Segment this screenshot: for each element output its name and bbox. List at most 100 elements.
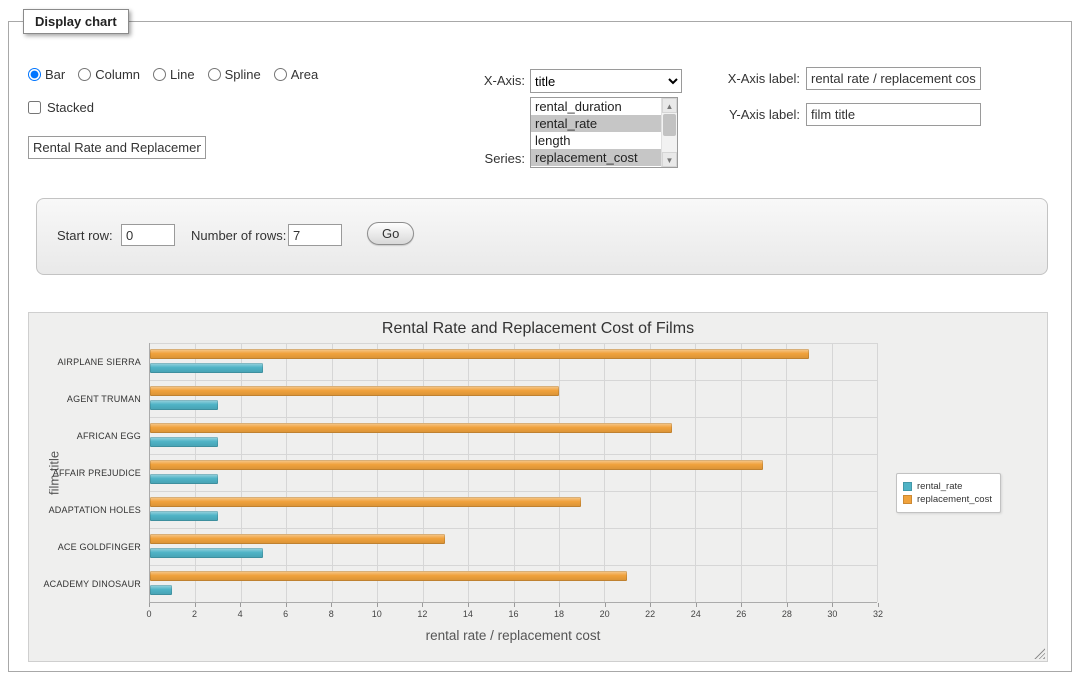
x-tick-marks bbox=[149, 603, 878, 608]
radio-spline[interactable] bbox=[208, 68, 221, 81]
bar-replacement_cost bbox=[150, 423, 672, 433]
gridline bbox=[377, 343, 378, 602]
tick-mark bbox=[696, 603, 697, 607]
tick-mark bbox=[240, 603, 241, 607]
radio-area[interactable] bbox=[274, 68, 287, 81]
radio-column[interactable] bbox=[78, 68, 91, 81]
gridline bbox=[150, 417, 877, 418]
series-scrollbar[interactable]: ▲ ▼ bbox=[661, 98, 677, 167]
bar-replacement_cost bbox=[150, 460, 763, 470]
x-axis-label-field-label: X-Axis label: bbox=[690, 71, 800, 86]
bar-replacement_cost bbox=[150, 571, 627, 581]
gridline bbox=[195, 343, 196, 602]
chart-type-option-bar[interactable]: Bar bbox=[28, 67, 65, 82]
chart-title-input[interactable] bbox=[28, 136, 206, 159]
category-label: AGENT TRUMAN bbox=[67, 394, 141, 404]
legend-label: replacement_cost bbox=[917, 494, 992, 505]
bar-replacement_cost bbox=[150, 534, 445, 544]
series-option-length[interactable]: length bbox=[531, 132, 661, 149]
radio-bar[interactable] bbox=[28, 68, 41, 81]
tick-mark bbox=[149, 603, 150, 607]
x-axis-label-input[interactable] bbox=[806, 67, 981, 90]
scroll-up-icon[interactable]: ▲ bbox=[662, 98, 677, 113]
gridline bbox=[150, 380, 877, 381]
bar-rental_rate bbox=[150, 400, 218, 410]
legend-item-rental_rate[interactable]: rental_rate bbox=[903, 481, 992, 492]
gridline bbox=[514, 343, 515, 602]
y-axis-label-input[interactable] bbox=[806, 103, 981, 126]
category-label: ACADEMY DINOSAUR bbox=[43, 579, 141, 589]
bar-rental_rate bbox=[150, 511, 218, 521]
go-button[interactable]: Go bbox=[367, 222, 414, 245]
tick-mark bbox=[605, 603, 606, 607]
bar-rental_rate bbox=[150, 585, 172, 595]
start-row-label: Start row: bbox=[57, 228, 113, 243]
bar-replacement_cost bbox=[150, 386, 559, 396]
display-chart-fieldset: Display chart BarColumnLineSplineArea St… bbox=[8, 9, 1072, 672]
series-options: rental_durationrental_ratelengthreplacem… bbox=[531, 98, 661, 167]
gridline bbox=[150, 491, 877, 492]
tick-mark bbox=[832, 603, 833, 607]
gridline bbox=[786, 343, 787, 602]
tick-mark bbox=[468, 603, 469, 607]
stacked-row: Stacked bbox=[28, 100, 94, 115]
bar-replacement_cost bbox=[150, 497, 581, 507]
series-option-replacement_cost[interactable]: replacement_cost bbox=[531, 149, 661, 166]
tick-mark bbox=[377, 603, 378, 607]
tick-mark bbox=[650, 603, 651, 607]
legend-item-replacement_cost[interactable]: replacement_cost bbox=[903, 494, 992, 505]
chart-type-option-column[interactable]: Column bbox=[78, 67, 140, 82]
x-tick-label: 6 bbox=[283, 609, 288, 619]
gridline bbox=[877, 343, 878, 602]
category-label: AFFAIR PREJUDICE bbox=[53, 468, 141, 478]
scroll-down-icon[interactable]: ▼ bbox=[662, 152, 677, 167]
legend-swatch bbox=[903, 482, 912, 491]
number-of-rows-input[interactable] bbox=[288, 224, 342, 246]
tick-mark bbox=[422, 603, 423, 607]
series-option-rental_rate[interactable]: rental_rate bbox=[531, 115, 661, 132]
series-option-rental_duration[interactable]: rental_duration bbox=[531, 98, 661, 115]
gridline bbox=[423, 343, 424, 602]
x-tick-label: 2 bbox=[192, 609, 197, 619]
bar-rental_rate bbox=[150, 437, 218, 447]
x-tick-label: 28 bbox=[782, 609, 792, 619]
x-tick-label: 18 bbox=[554, 609, 564, 619]
page: Display chart BarColumnLineSplineArea St… bbox=[0, 0, 1081, 681]
number-of-rows-label: Number of rows: bbox=[191, 228, 286, 243]
tick-mark bbox=[559, 603, 560, 607]
gridline bbox=[741, 343, 742, 602]
category-label: AFRICAN EGG bbox=[77, 431, 141, 441]
x-tick-label: 30 bbox=[827, 609, 837, 619]
stacked-checkbox[interactable] bbox=[28, 101, 41, 114]
resize-handle-icon[interactable] bbox=[1034, 648, 1045, 659]
chart-type-radiogroup: Bar Column Line Spline Area bbox=[28, 67, 331, 82]
x-tick-label: 12 bbox=[417, 609, 427, 619]
bar-rental_rate bbox=[150, 548, 263, 558]
scrollbar-thumb[interactable] bbox=[663, 114, 676, 136]
series-listbox: rental_durationrental_ratelengthreplacem… bbox=[530, 97, 678, 168]
bar-rental_rate bbox=[150, 363, 263, 373]
radio-line[interactable] bbox=[153, 68, 166, 81]
gridline bbox=[695, 343, 696, 602]
chart-type-option-spline[interactable]: Spline bbox=[208, 67, 261, 82]
scrollbar-track[interactable] bbox=[662, 113, 677, 152]
x-tick-label: 4 bbox=[238, 609, 243, 619]
x-axis-select[interactable]: title bbox=[530, 69, 682, 93]
gridline bbox=[559, 343, 560, 602]
stacked-label: Stacked bbox=[47, 100, 94, 115]
legend-label: rental_rate bbox=[917, 481, 962, 492]
tick-mark bbox=[331, 603, 332, 607]
chart-type-option-line[interactable]: Line bbox=[153, 67, 195, 82]
start-row-input[interactable] bbox=[121, 224, 175, 246]
bar-replacement_cost bbox=[150, 349, 809, 359]
gridline bbox=[241, 343, 242, 602]
gridline bbox=[150, 528, 877, 529]
y-axis-label-field-label: Y-Axis label: bbox=[690, 107, 800, 122]
chart-type-option-area[interactable]: Area bbox=[274, 67, 318, 82]
category-label: ACE GOLDFINGER bbox=[58, 542, 141, 552]
tick-mark bbox=[195, 603, 196, 607]
x-tick-label: 20 bbox=[600, 609, 610, 619]
x-tick-label: 16 bbox=[508, 609, 518, 619]
chart-legend: rental_rate replacement_cost bbox=[896, 473, 1001, 513]
gridline bbox=[150, 565, 877, 566]
